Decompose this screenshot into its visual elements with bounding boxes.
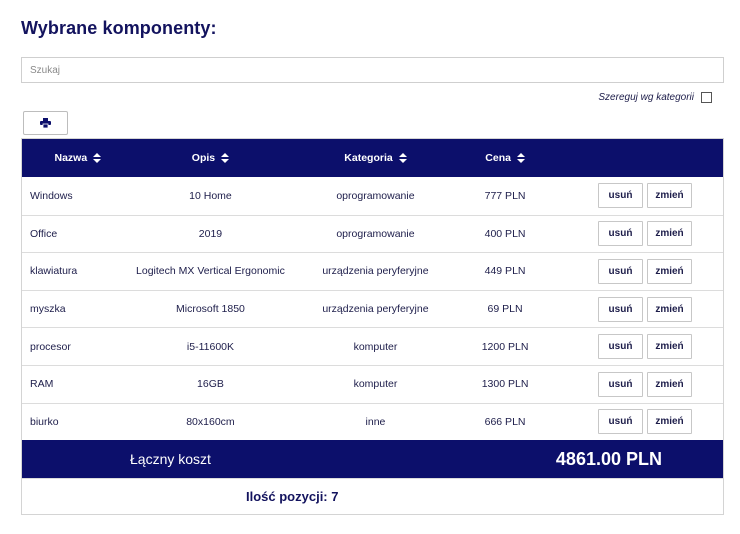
sort-by-category-label: Szereguj wg kategorii xyxy=(598,92,694,103)
column-header-category[interactable]: Kategoria xyxy=(287,152,464,164)
sort-icon[interactable] xyxy=(516,153,525,163)
total-cost-value: 4861.00 PLN xyxy=(555,448,662,469)
cell-category: inne xyxy=(365,415,386,428)
cell-description: 16GB xyxy=(197,378,224,391)
remove-button[interactable]: usuń xyxy=(598,371,643,397)
edit-button[interactable]: zmień xyxy=(647,258,692,284)
sort-by-category-toggle[interactable]: Szereguj wg kategorii xyxy=(598,92,712,103)
remove-button[interactable]: usuń xyxy=(598,221,643,247)
item-count: Ilość pozycji: 7 xyxy=(22,478,723,514)
table-row: biurko 80x160cm inne 666 PLN usuń zmień xyxy=(22,402,723,441)
cell-category: oprogramowanie xyxy=(336,189,415,202)
cell-name: Windows xyxy=(30,189,73,202)
cell-name: Office xyxy=(30,227,58,240)
table-header: Nazwa Opis Kategoria Cena xyxy=(22,139,723,177)
sort-by-category-checkbox[interactable] xyxy=(701,92,712,103)
remove-button[interactable]: usuń xyxy=(598,183,643,209)
total-cost-bar: Łączny koszt 4861.00 PLN xyxy=(22,440,723,479)
column-header-name[interactable]: Nazwa xyxy=(22,152,134,164)
row-actions: usuń zmień xyxy=(546,258,723,284)
table-body: Windows 10 Home oprogramowanie 777 PLN u… xyxy=(22,177,723,440)
cell-category: komputer xyxy=(353,340,398,353)
table-row: myszka Microsoft 1850 urządzenia peryfer… xyxy=(22,289,723,328)
remove-button[interactable]: usuń xyxy=(598,334,643,360)
cell-price: 777 PLN xyxy=(484,189,526,202)
components-table: Nazwa Opis Kategoria Cena Windows 10 Hom… xyxy=(21,138,724,516)
cell-name: procesor xyxy=(30,340,71,353)
sort-icon[interactable] xyxy=(93,153,102,163)
cell-description: Microsoft 1850 xyxy=(176,303,245,316)
sort-icon[interactable] xyxy=(398,153,407,163)
row-actions: usuń zmień xyxy=(546,221,723,247)
cell-price: 400 PLN xyxy=(484,227,526,240)
cell-description: i5-11600K xyxy=(186,340,234,353)
cell-name: biurko xyxy=(30,415,59,428)
edit-button[interactable]: zmień xyxy=(647,371,692,397)
remove-button[interactable]: usuń xyxy=(598,409,643,435)
print-button[interactable] xyxy=(23,111,68,135)
cell-category: oprogramowanie xyxy=(336,227,415,240)
edit-button[interactable]: zmień xyxy=(647,296,692,322)
printer-icon xyxy=(40,118,51,128)
cell-price: 69 PLN xyxy=(487,303,523,316)
cell-description: 80x160cm xyxy=(186,415,235,428)
cell-price: 449 PLN xyxy=(484,265,526,278)
cell-category: komputer xyxy=(353,378,398,391)
remove-button[interactable]: usuń xyxy=(598,296,643,322)
cell-category: urządzenia peryferyjne xyxy=(322,265,429,278)
row-actions: usuń zmień xyxy=(546,371,723,397)
cell-description: Logitech MX Vertical Ergonomic xyxy=(136,265,285,278)
cell-name: myszka xyxy=(30,303,66,316)
page-title: Wybrane komponenty: xyxy=(21,18,217,38)
row-actions: usuń zmień xyxy=(546,409,723,435)
edit-button[interactable]: zmień xyxy=(647,334,692,360)
cell-name: klawiatura xyxy=(30,265,78,278)
remove-button[interactable]: usuń xyxy=(598,258,643,284)
cell-price: 666 PLN xyxy=(484,415,526,428)
table-row: RAM 16GB komputer 1300 PLN usuń zmień xyxy=(22,364,723,403)
edit-button[interactable]: zmień xyxy=(647,409,692,435)
total-cost-label: Łączny koszt xyxy=(130,451,211,468)
row-actions: usuń zmień xyxy=(546,334,723,360)
cell-price: 1200 PLN xyxy=(481,340,529,353)
column-header-description[interactable]: Opis xyxy=(134,152,288,164)
row-actions: usuń zmień xyxy=(546,183,723,209)
cell-price: 1300 PLN xyxy=(481,378,529,391)
cell-name: RAM xyxy=(30,378,54,391)
column-header-price[interactable]: Cena xyxy=(464,152,547,164)
table-row: Office 2019 oprogramowanie 400 PLN usuń … xyxy=(22,214,723,253)
edit-button[interactable]: zmień xyxy=(647,221,692,247)
cell-category: urządzenia peryferyjne xyxy=(322,303,429,316)
table-row: klawiatura Logitech MX Vertical Ergonomi… xyxy=(22,252,723,290)
table-row: procesor i5-11600K komputer 1200 PLN usu… xyxy=(22,327,723,365)
row-actions: usuń zmień xyxy=(546,296,723,322)
cell-description: 2019 xyxy=(198,227,223,240)
edit-button[interactable]: zmień xyxy=(647,183,692,209)
table-row: Windows 10 Home oprogramowanie 777 PLN u… xyxy=(22,177,723,215)
sort-icon[interactable] xyxy=(221,153,230,163)
search-input[interactable] xyxy=(21,57,724,83)
cell-description: 10 Home xyxy=(189,189,232,202)
